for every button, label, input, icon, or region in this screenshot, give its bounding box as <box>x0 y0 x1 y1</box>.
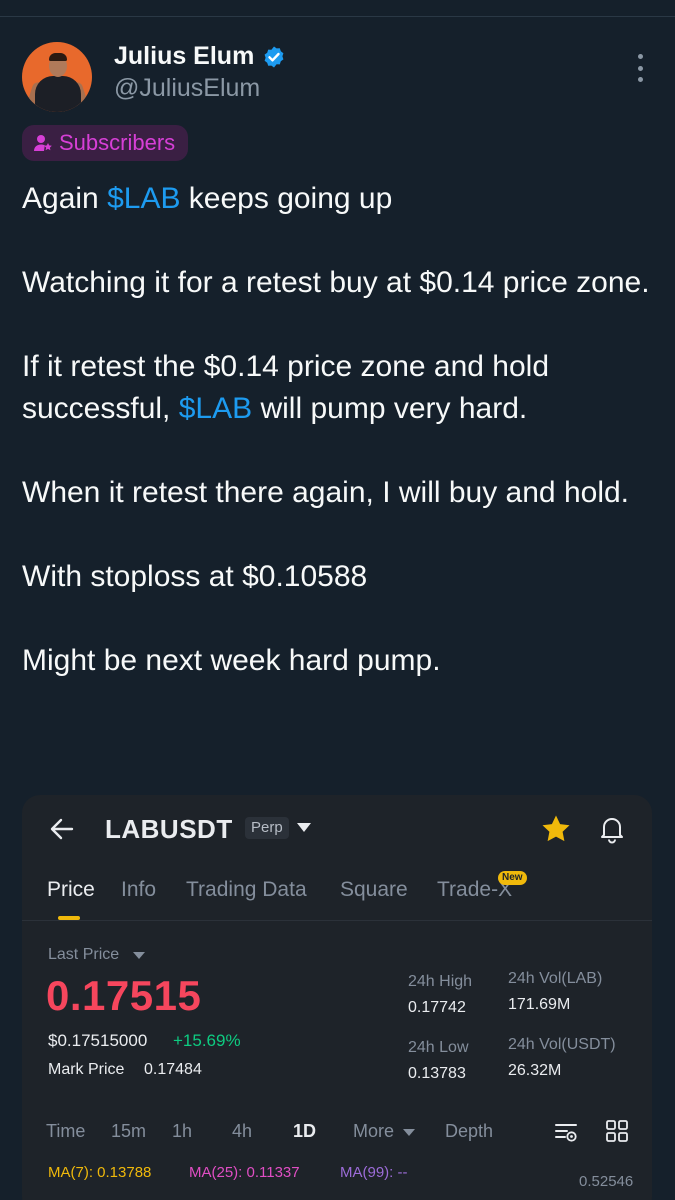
tweet-paragraph: With stoploss at $0.10588 <box>22 560 368 593</box>
more-caret-icon[interactable] <box>403 1129 415 1136</box>
subscriber-icon <box>34 135 52 151</box>
back-arrow-icon[interactable] <box>48 815 76 843</box>
timeframe-1d[interactable]: 1D <box>293 1121 316 1142</box>
cashtag-link[interactable]: $LAB <box>179 392 252 425</box>
grid-layout-icon[interactable] <box>606 1120 628 1142</box>
tab-info[interactable]: Info <box>121 878 156 902</box>
low-24h-label: 24h Low <box>408 1039 469 1056</box>
last-price-caret-icon[interactable] <box>133 952 145 959</box>
author-avatar[interactable] <box>22 42 92 112</box>
dropdown-caret-icon[interactable] <box>297 823 311 832</box>
mark-price-label: Mark Price <box>48 1061 125 1078</box>
tweet-paragraph: When it retest there again, I will buy a… <box>22 476 630 509</box>
badge-label: Subscribers <box>59 130 176 155</box>
top-divider <box>0 16 675 17</box>
trade-screenshot-card[interactable]: LABUSDT Perp Price Info Trading Data Squ… <box>22 795 652 1200</box>
subscribers-badge[interactable]: Subscribers <box>22 125 189 161</box>
timeframe-more[interactable]: More <box>353 1121 394 1142</box>
trading-pair-title[interactable]: LABUSDT <box>105 814 233 845</box>
timeframe-1h[interactable]: 1h <box>172 1121 192 1142</box>
chart-settings-icon[interactable] <box>554 1120 578 1144</box>
market-tabs: Price Info Trading Data Square Trade-X <box>22 875 652 921</box>
new-badge: New <box>498 871 527 885</box>
depth-tab[interactable]: Depth <box>445 1121 493 1142</box>
contract-type-tag: Perp <box>245 817 289 839</box>
last-price-label[interactable]: Last Price <box>48 946 119 964</box>
tab-square[interactable]: Square <box>340 878 408 902</box>
last-price-value: 0.17515 <box>46 972 202 1019</box>
tweet-paragraph: Might be next week hard pump. <box>22 644 441 677</box>
ma25-indicator: MA(25): 0.11337 <box>189 1164 300 1181</box>
high-24h-label: 24h High <box>408 973 473 990</box>
vol-quote-value: 26.32M <box>508 1062 562 1079</box>
more-options-icon[interactable] <box>632 54 648 82</box>
low-24h-value: 0.13783 <box>408 1065 466 1082</box>
mark-price-value: 0.17484 <box>144 1061 202 1078</box>
active-tab-indicator <box>58 916 80 920</box>
ma99-indicator: MA(99): -- <box>340 1164 408 1181</box>
timeframe-15m[interactable]: 15m <box>111 1121 146 1142</box>
author-handle[interactable]: @JuliusElum <box>114 74 260 103</box>
tweet-paragraph: If it retest the $0.14 price zone and ho… <box>22 350 550 425</box>
usd-price: $0.17515000 <box>48 1031 148 1050</box>
tweet-text: Again $LAB keeps going up Watching it fo… <box>22 178 652 724</box>
vol-base-label: 24h Vol(LAB) <box>508 970 603 987</box>
star-icon[interactable] <box>540 813 572 845</box>
cashtag-link[interactable]: $LAB <box>107 182 180 215</box>
tab-price[interactable]: Price <box>47 878 95 902</box>
bell-icon[interactable] <box>597 814 627 844</box>
high-24h-value: 0.17742 <box>408 999 466 1016</box>
timeframe-time[interactable]: Time <box>46 1121 85 1142</box>
vol-quote-label: 24h Vol(USDT) <box>508 1036 616 1053</box>
vol-base-value: 171.69M <box>508 996 571 1013</box>
tab-trading-data[interactable]: Trading Data <box>186 878 307 902</box>
ma7-indicator: MA(7): 0.13788 <box>48 1164 152 1181</box>
author-name[interactable]: Julius Elum <box>114 42 254 71</box>
tweet-paragraph: Watching it for a retest buy at $0.14 pr… <box>22 266 650 299</box>
verified-badge-icon <box>264 46 284 68</box>
price-axis-value: 0.52546 <box>579 1173 634 1190</box>
price-change-percent: +15.69% <box>173 1031 241 1050</box>
timeframe-4h[interactable]: 4h <box>232 1121 252 1142</box>
tweet-paragraph: Again $LAB keeps going up <box>22 182 393 215</box>
